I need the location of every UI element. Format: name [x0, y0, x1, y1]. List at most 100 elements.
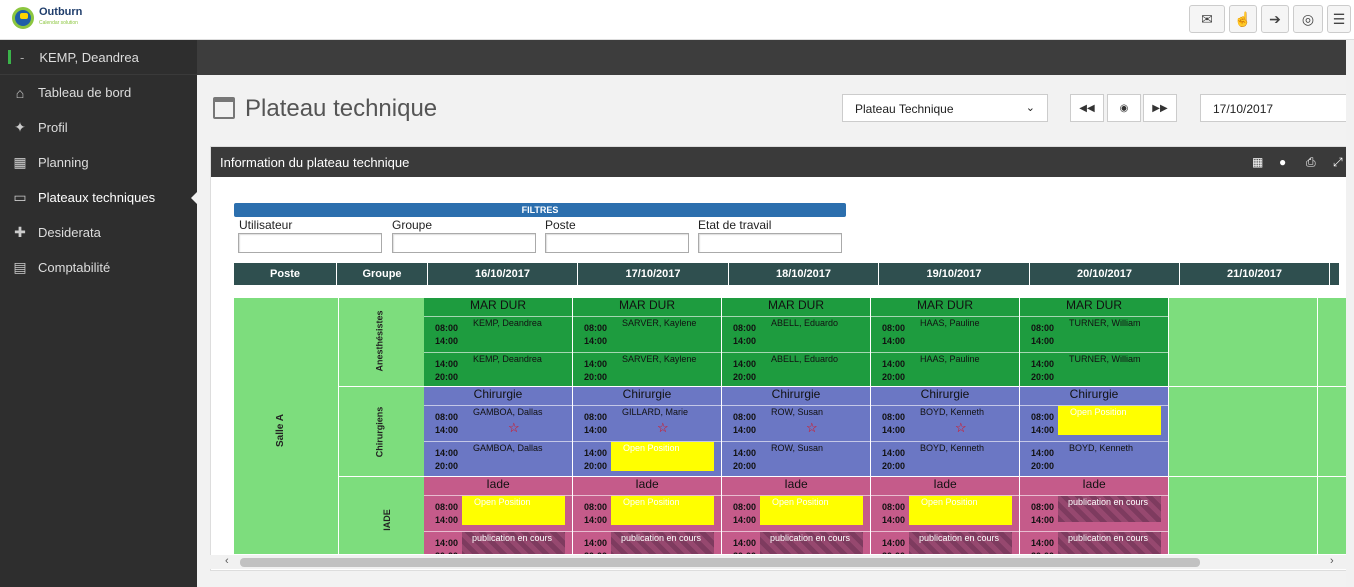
- assignee-name[interactable]: GAMBOA, Dallas: [473, 407, 543, 417]
- schedule-cell[interactable]: Chirurgie 08:00 14:00 Open Position 14:00 20:…: [1020, 387, 1169, 477]
- assignee-name[interactable]: BOYD, Kenneth: [1069, 443, 1133, 453]
- assignee-name[interactable]: KEMP, Deandrea: [473, 354, 542, 364]
- shift-slot[interactable]: 08:00 14:00 BOYD, Kenneth ☆: [871, 405, 1019, 441]
- user-icon[interactable]: ●: [1279, 155, 1286, 169]
- assignee-name[interactable]: SARVER, Kaylene: [622, 354, 696, 364]
- schedule-cell[interactable]: Chirurgie 08:00 14:00 BOYD, Kenneth ☆ 14:00 20…: [871, 387, 1020, 477]
- shift-slot[interactable]: 08:00 14:00 KEMP, Deandrea: [424, 316, 572, 352]
- column-header[interactable]: 21/10/2017: [1180, 263, 1330, 285]
- shift-slot[interactable]: 08:00 14:00 ROW, Susan ☆: [722, 405, 870, 441]
- open-position-badge[interactable]: Open Position: [909, 496, 1012, 525]
- shift-slot[interactable]: 14:00 20:00 ROW, Susan: [722, 441, 870, 476]
- column-header[interactable]: 20/10/2017: [1030, 263, 1180, 285]
- sidebar-item-plateaux-techniques[interactable]: ▭ Plateaux techniques: [0, 180, 197, 215]
- shift-slot[interactable]: 08:00 14:00 Open Position: [871, 495, 1019, 531]
- schedule-cell[interactable]: Iade08:0014:00publication en cours14:002…: [1020, 477, 1169, 554]
- hand-icon[interactable]: ☝: [1229, 5, 1257, 33]
- assignee-name[interactable]: BOYD, Kenneth: [920, 443, 984, 453]
- assignee-name[interactable]: BOYD, Kenneth: [920, 407, 984, 417]
- schedule-cell[interactable]: MAR DUR 08:00 14:00 KEMP, Deandrea 14:00 20:0…: [424, 298, 573, 387]
- filter-poste-input[interactable]: [545, 233, 689, 253]
- shift-slot[interactable]: 14:00 20:00 TURNER, William: [1020, 352, 1168, 386]
- sidebar-item-planning[interactable]: ▦ Planning: [0, 145, 197, 180]
- horizontal-scrollbar[interactable]: ‹ ›: [210, 555, 1350, 569]
- shift-slot[interactable]: 08:00 14:00 SARVER, Kaylene: [573, 316, 721, 352]
- schedule-cell[interactable]: MAR DUR 08:00 14:00 TURNER, William 14:00 20:…: [1020, 298, 1169, 387]
- shift-slot[interactable]: 14:00 20:00 SARVER, Kaylene: [573, 352, 721, 386]
- open-position-badge[interactable]: Open Position: [611, 496, 714, 525]
- scroll-left-icon[interactable]: ‹: [225, 555, 229, 567]
- star-icon[interactable]: ☆: [657, 420, 669, 436]
- schedule-cell[interactable]: Iade08:0014:00Open Position14:0020:00pub…: [871, 477, 1020, 554]
- vertical-scrollbar[interactable]: [1346, 40, 1354, 587]
- shift-slot[interactable]: 08:00 14:00 GILLARD, Marie ☆: [573, 405, 721, 441]
- star-icon[interactable]: ☆: [955, 420, 967, 436]
- assignee-name[interactable]: SARVER, Kaylene: [622, 318, 696, 328]
- previous-week-button[interactable]: ◀◀: [1070, 94, 1104, 122]
- shift-slot[interactable]: 14:00 20:00 publication en cours: [424, 531, 572, 554]
- user-row[interactable]: - KEMP, Deandrea: [0, 40, 197, 75]
- shift-slot[interactable]: 14:00 20:00 HAAS, Pauline: [871, 352, 1019, 386]
- column-header[interactable]: 18/10/2017: [729, 263, 879, 285]
- schedule-cell[interactable]: Chirurgie 08:00 14:00 GAMBOA, Dallas ☆ 14:00 2…: [424, 387, 573, 477]
- sidebar-item-desiderata[interactable]: ✚ Desiderata: [0, 215, 197, 250]
- shift-slot[interactable]: 08:00 14:00 publication en cours: [1020, 495, 1168, 531]
- shift-slot[interactable]: 14:00 20:00 publication en cours: [722, 531, 870, 554]
- assignee-name[interactable]: HAAS, Pauline: [920, 318, 980, 328]
- today-button[interactable]: ◉: [1107, 94, 1141, 122]
- shift-slot[interactable]: 08:00 14:00 Open Position: [424, 495, 572, 531]
- open-position-badge[interactable]: Open Position: [760, 496, 863, 525]
- column-header[interactable]: Poste: [234, 263, 337, 285]
- shift-slot[interactable]: 14:00 20:00 publication en cours: [573, 531, 721, 554]
- filter-utilisateur-input[interactable]: [238, 233, 382, 253]
- site-select[interactable]: Plateau Technique ⌄: [842, 94, 1048, 122]
- scroll-thumb[interactable]: [240, 558, 1200, 567]
- assignee-name[interactable]: GAMBOA, Dallas: [473, 443, 543, 453]
- sidebar-item-tableau-de-bord[interactable]: ⌂ Tableau de bord: [0, 75, 197, 110]
- filter-etat-input[interactable]: [698, 233, 842, 253]
- assignee-name[interactable]: HAAS, Pauline: [920, 354, 980, 364]
- shift-slot[interactable]: 14:00 20:00 publication en cours: [1020, 531, 1168, 554]
- shift-slot[interactable]: 08:00 14:00 GAMBOA, Dallas ☆: [424, 405, 572, 441]
- schedule-cell[interactable]: Chirurgie 08:00 14:00 GILLARD, Marie ☆ 14:00 2…: [573, 387, 722, 477]
- shift-slot[interactable]: 14:00 20:00 BOYD, Kenneth: [871, 441, 1019, 476]
- expand-icon[interactable]: ⤢: [1333, 155, 1343, 170]
- eye-slash-icon[interactable]: ◎: [1293, 5, 1323, 33]
- shift-slot[interactable]: 08:00 14:00 TURNER, William: [1020, 316, 1168, 352]
- schedule-cell[interactable]: Iade08:0014:00Open Position14:0020:00pub…: [573, 477, 722, 554]
- sidebar-item-comptabilite[interactable]: ▤ Comptabilité: [0, 250, 197, 285]
- schedule-cell[interactable]: MAR DUR 08:00 14:00 HAAS, Pauline 14:00 20:00…: [871, 298, 1020, 387]
- shift-slot[interactable]: 14:00 20:00 ABELL, Eduardo: [722, 352, 870, 386]
- star-icon[interactable]: ☆: [806, 420, 818, 436]
- open-position-badge[interactable]: Open Position: [1058, 406, 1161, 435]
- schedule-cell[interactable]: MAR DUR 08:00 14:00 ABELL, Eduardo 14:00 20:0…: [722, 298, 871, 387]
- menu-icon[interactable]: ☰: [1327, 5, 1351, 33]
- shift-slot[interactable]: 08:00 14:00 Open Position: [573, 495, 721, 531]
- schedule-cell[interactable]: Chirurgie 08:00 14:00 ROW, Susan ☆ 14:00 20:00…: [722, 387, 871, 477]
- assignee-name[interactable]: ABELL, Eduardo: [771, 318, 838, 328]
- assignee-name[interactable]: TURNER, William: [1069, 354, 1141, 364]
- shift-slot[interactable]: 08:00 14:00 HAAS, Pauline: [871, 316, 1019, 352]
- schedule-cell[interactable]: Iade08:0014:00Open Position14:0020:00pub…: [722, 477, 871, 554]
- print-icon[interactable]: ⎙: [1306, 155, 1316, 170]
- schedule-cell[interactable]: MAR DUR 08:00 14:00 SARVER, Kaylene 14:00 20:…: [573, 298, 722, 387]
- open-position-badge[interactable]: Open Position: [611, 442, 714, 471]
- column-header[interactable]: Groupe: [337, 263, 428, 285]
- sidebar-item-profil[interactable]: ✦ Profil: [0, 110, 197, 145]
- star-icon[interactable]: ☆: [508, 420, 520, 436]
- envelope-icon[interactable]: ✉: [1189, 5, 1225, 33]
- schedule-cell[interactable]: Iade08:0014:00Open Position14:0020:00pub…: [424, 477, 573, 554]
- logout-icon[interactable]: ➔: [1261, 5, 1289, 33]
- date-input[interactable]: 17/10/2017: [1200, 94, 1354, 122]
- assignee-name[interactable]: TURNER, William: [1069, 318, 1141, 328]
- assignee-name[interactable]: ABELL, Eduardo: [771, 354, 838, 364]
- assignee-name[interactable]: ROW, Susan: [771, 407, 823, 417]
- column-header[interactable]: 19/10/2017: [879, 263, 1030, 285]
- assignee-name[interactable]: KEMP, Deandrea: [473, 318, 542, 328]
- shift-slot[interactable]: 08:00 14:00 Open Position: [722, 495, 870, 531]
- shift-slot[interactable]: 14:00 20:00 publication en cours: [871, 531, 1019, 554]
- open-position-badge[interactable]: Open Position: [462, 496, 565, 525]
- assignee-name[interactable]: ROW, Susan: [771, 443, 823, 453]
- calendar-icon[interactable]: ▦: [1252, 155, 1263, 169]
- filter-groupe-input[interactable]: [392, 233, 536, 253]
